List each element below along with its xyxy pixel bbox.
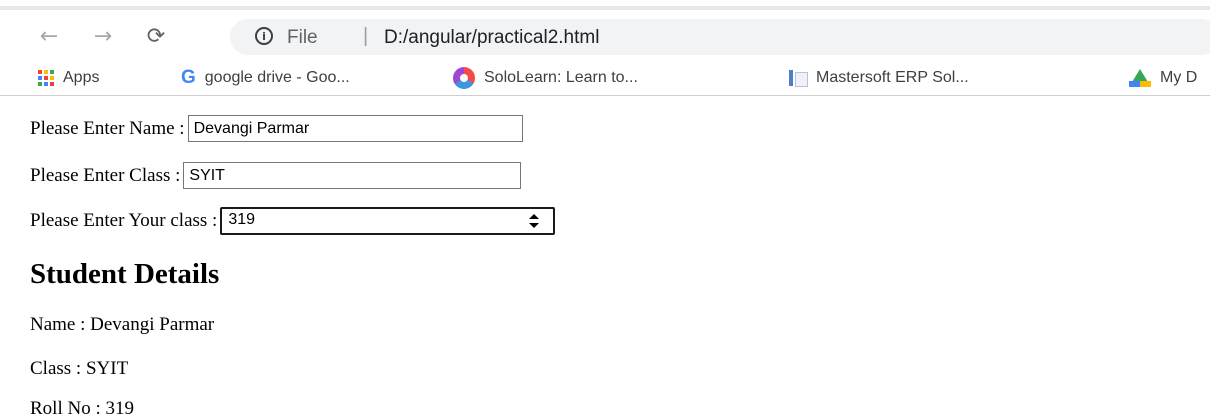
roll-row: Please Enter Your class : 319 <box>30 207 556 235</box>
detail-class: Class : SYIT <box>30 358 129 379</box>
address-url[interactable]: D:/angular/practical2.html <box>384 27 599 49</box>
bookmark-my-drive[interactable]: My D <box>1129 66 1197 90</box>
name-row: Please Enter Name : <box>30 115 523 142</box>
address-bar[interactable]: i File | D:/angular/practical2.html <box>230 19 1210 55</box>
roll-number-value: 319 <box>228 211 256 228</box>
info-icon[interactable]: i <box>255 27 273 45</box>
bookmark-label: Mastersoft ERP Sol... <box>816 69 969 86</box>
address-scheme: File <box>287 27 318 48</box>
bookmark-label: google drive - Goo... <box>204 69 350 86</box>
bookmarks-bar: Apps G google drive - Goo... SoloLearn: … <box>0 60 1210 96</box>
name-label: Please Enter Name : <box>30 117 185 139</box>
spinner-arrows-icon[interactable] <box>529 214 540 228</box>
apps-grid-icon <box>38 70 54 86</box>
bookmark-google-drive[interactable]: G google drive - Goo... <box>181 66 350 90</box>
apps-grid-dot <box>38 82 42 86</box>
detail-roll: Roll No : 319 <box>30 398 134 419</box>
document-icon <box>789 70 808 87</box>
reload-icon[interactable]: ⟳ <box>141 22 171 52</box>
apps-grid-dot <box>44 76 48 80</box>
apps-grid-dot <box>38 70 42 74</box>
apps-grid-dot <box>50 76 54 80</box>
bookmark-apps[interactable]: Apps <box>38 66 99 90</box>
apps-grid-dot <box>44 70 48 74</box>
bookmark-label: My D <box>1160 69 1198 86</box>
bookmark-label: SoloLearn: Learn to... <box>484 69 638 86</box>
roll-number-input[interactable]: 319 <box>220 207 556 235</box>
bookmark-label: Apps <box>63 69 100 86</box>
class-row: Please Enter Class : <box>30 162 522 189</box>
google-drive-icon <box>1129 69 1151 87</box>
roll-label: Please Enter Your class : <box>30 210 218 231</box>
google-icon: G <box>181 67 196 88</box>
browser-toolbar: ← → ⟳ i File | D:/angular/practical2.htm… <box>0 14 1210 60</box>
apps-grid-dot <box>44 82 48 86</box>
class-input[interactable] <box>183 162 522 189</box>
apps-grid-dot <box>50 82 54 86</box>
bookmark-mastersoft[interactable]: Mastersoft ERP Sol... <box>789 66 969 90</box>
bookmark-sololearn[interactable]: SoloLearn: Learn to... <box>453 66 638 90</box>
apps-grid-dot <box>50 70 54 74</box>
address-separator: | <box>363 25 369 47</box>
student-details-heading: Student Details <box>30 258 220 290</box>
apps-grid-dot <box>38 76 42 80</box>
class-label: Please Enter Class : <box>30 164 181 186</box>
back-arrow-icon[interactable]: ← <box>34 22 64 52</box>
detail-name: Name : Devangi Parmar <box>30 314 215 335</box>
forward-arrow-icon[interactable]: → <box>88 22 118 52</box>
name-input[interactable] <box>187 115 523 142</box>
sololearn-icon <box>453 67 475 89</box>
window-top-strip <box>0 0 1210 10</box>
